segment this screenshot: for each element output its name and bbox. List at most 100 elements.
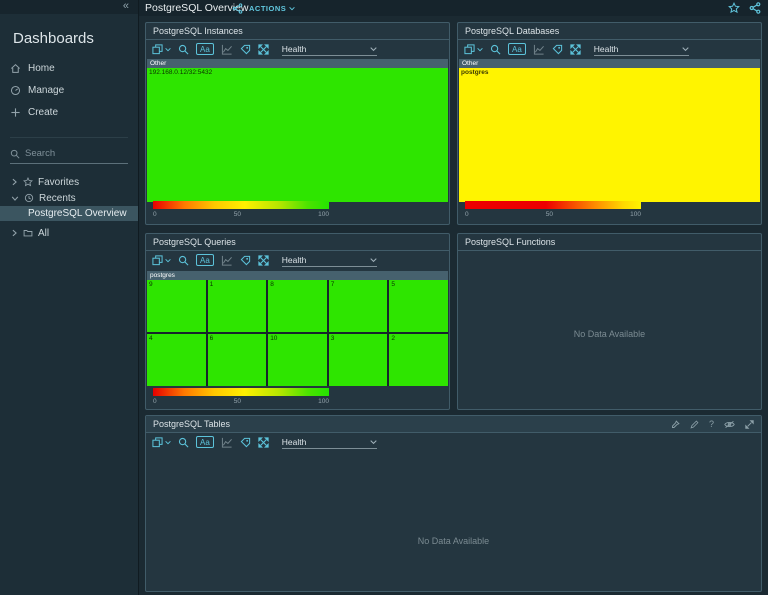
- heatmap-cell[interactable]: 8: [268, 280, 327, 332]
- heatmap-cell[interactable]: 1: [208, 280, 267, 332]
- legend-tick: 0: [153, 211, 157, 218]
- sidebar-item-create[interactable]: Create: [10, 101, 138, 123]
- metric-selector[interactable]: Health: [282, 43, 377, 56]
- heatmap-cell[interactable]: 4: [147, 334, 206, 386]
- sparkline-icon[interactable]: [221, 437, 233, 448]
- legend-tick: 50: [234, 398, 241, 405]
- labels-toggle-button[interactable]: Aa: [196, 436, 214, 448]
- help-icon[interactable]: ?: [709, 420, 714, 429]
- color-tag-icon[interactable]: [240, 44, 251, 55]
- chevron-down-icon: [682, 46, 689, 52]
- favorite-star-icon[interactable]: [728, 2, 740, 14]
- legend-tick: 100: [318, 211, 329, 218]
- fit-view-icon[interactable]: [258, 437, 269, 448]
- sidebar-item-label: Home: [28, 63, 55, 74]
- sidebar-item-postgresql-overview[interactable]: PostgreSQL Overview: [0, 206, 138, 221]
- actions-menu-button[interactable]: ACTIONS: [249, 4, 295, 13]
- manage-icon: [10, 85, 21, 96]
- color-legend: 0 50 100: [153, 201, 329, 218]
- widget-toolbar: Aa Health: [458, 40, 761, 58]
- tree-item-label: Recents: [39, 193, 76, 204]
- share-page-icon[interactable]: [749, 2, 761, 14]
- color-tag-icon[interactable]: [240, 255, 251, 266]
- legend-tick: 100: [318, 398, 329, 405]
- fit-view-icon[interactable]: [570, 44, 581, 55]
- metric-selector-value: Health: [594, 44, 619, 54]
- labels-toggle-button[interactable]: Aa: [196, 43, 214, 55]
- panel-title: PostgreSQL Tables: [153, 416, 230, 432]
- tree-item-label: All: [38, 228, 49, 239]
- sidebar-collapse-icon[interactable]: «: [123, 0, 129, 12]
- sparkline-icon[interactable]: [221, 255, 233, 266]
- sidebar-item-home[interactable]: Home: [10, 57, 138, 79]
- heatmap-cell[interactable]: 3: [329, 334, 388, 386]
- group-by-icon[interactable]: [152, 44, 171, 55]
- star-icon: [23, 177, 33, 187]
- search-icon: [10, 149, 20, 159]
- sparkline-icon[interactable]: [221, 44, 233, 55]
- chevron-down-icon: [370, 257, 377, 263]
- panel-title: PostgreSQL Functions: [465, 234, 555, 250]
- legend-tick: 50: [546, 211, 553, 218]
- legend-gradient-bar: [153, 201, 329, 209]
- heatmap-cell[interactable]: 6: [208, 334, 267, 386]
- chevron-right-icon: [11, 229, 18, 237]
- metric-selector[interactable]: Health: [594, 43, 689, 56]
- heatmap-cell-label: 9: [149, 281, 153, 288]
- group-by-icon[interactable]: [152, 255, 171, 266]
- panel-title: PostgreSQL Databases: [465, 23, 559, 39]
- edit-icon[interactable]: [690, 420, 699, 429]
- home-icon: [10, 63, 21, 74]
- sidebar-item-manage[interactable]: Manage: [10, 79, 138, 101]
- tree-item-label: Favorites: [38, 177, 79, 188]
- pin-icon[interactable]: [671, 420, 680, 429]
- legend-tick: 0: [153, 398, 157, 405]
- heatmap-cell-label: 1: [210, 281, 214, 288]
- maximize-icon[interactable]: [745, 420, 754, 429]
- folder-icon: [23, 228, 33, 238]
- labels-toggle-button[interactable]: Aa: [508, 43, 526, 55]
- heatmap-cell-label: postgres: [461, 69, 488, 76]
- sidebar-item-favorites[interactable]: Favorites: [0, 174, 138, 190]
- heatmap-grid: 9 1 8 7 5 4 6 10 3 2: [147, 280, 448, 386]
- sidebar: « Dashboards Home Manage Create: [0, 0, 139, 595]
- heatmap-group-label: Other: [459, 59, 760, 68]
- legend-tick: 100: [630, 211, 641, 218]
- search-input[interactable]: [25, 148, 120, 159]
- hide-icon[interactable]: [724, 420, 735, 429]
- zoom-icon[interactable]: [178, 255, 189, 266]
- heatmap-cell[interactable]: 7: [329, 280, 388, 332]
- heatmap-cell[interactable]: postgres: [459, 68, 760, 202]
- no-data-message: No Data Available: [458, 329, 761, 339]
- sidebar-title: Dashboards: [0, 14, 138, 57]
- sidebar-item-recents[interactable]: Recents: [0, 190, 138, 206]
- zoom-icon[interactable]: [490, 44, 501, 55]
- chevron-down-icon: [165, 47, 171, 52]
- heatmap-cell[interactable]: 5: [389, 280, 448, 332]
- fit-view-icon[interactable]: [258, 44, 269, 55]
- heatmap-cell[interactable]: 2: [389, 334, 448, 386]
- metric-selector[interactable]: Health: [282, 436, 377, 449]
- chevron-down-icon: [289, 6, 295, 11]
- labels-toggle-button[interactable]: Aa: [196, 254, 214, 266]
- legend-tick: 0: [465, 211, 469, 218]
- color-tag-icon[interactable]: [552, 44, 563, 55]
- fit-view-icon[interactable]: [258, 255, 269, 266]
- panel-postgresql-instances: PostgreSQL Instances Aa Health Other 192…: [145, 22, 450, 225]
- legend-gradient-bar: [153, 388, 329, 396]
- chevron-down-icon: [477, 47, 483, 52]
- sidebar-item-all[interactable]: All: [0, 225, 138, 241]
- zoom-icon[interactable]: [178, 437, 189, 448]
- actions-label: ACTIONS: [249, 4, 286, 13]
- color-tag-icon[interactable]: [240, 437, 251, 448]
- widget-toolbar: Aa Health: [146, 433, 761, 451]
- sparkline-icon[interactable]: [533, 44, 545, 55]
- group-by-icon[interactable]: [152, 437, 171, 448]
- zoom-icon[interactable]: [178, 44, 189, 55]
- heatmap-cell[interactable]: 192.168.0.12/32:5432: [147, 68, 448, 202]
- group-by-icon[interactable]: [464, 44, 483, 55]
- share-dashboard-icon[interactable]: [232, 3, 243, 14]
- heatmap-cell[interactable]: 9: [147, 280, 206, 332]
- metric-selector[interactable]: Health: [282, 254, 377, 267]
- heatmap-cell[interactable]: 10: [268, 334, 327, 386]
